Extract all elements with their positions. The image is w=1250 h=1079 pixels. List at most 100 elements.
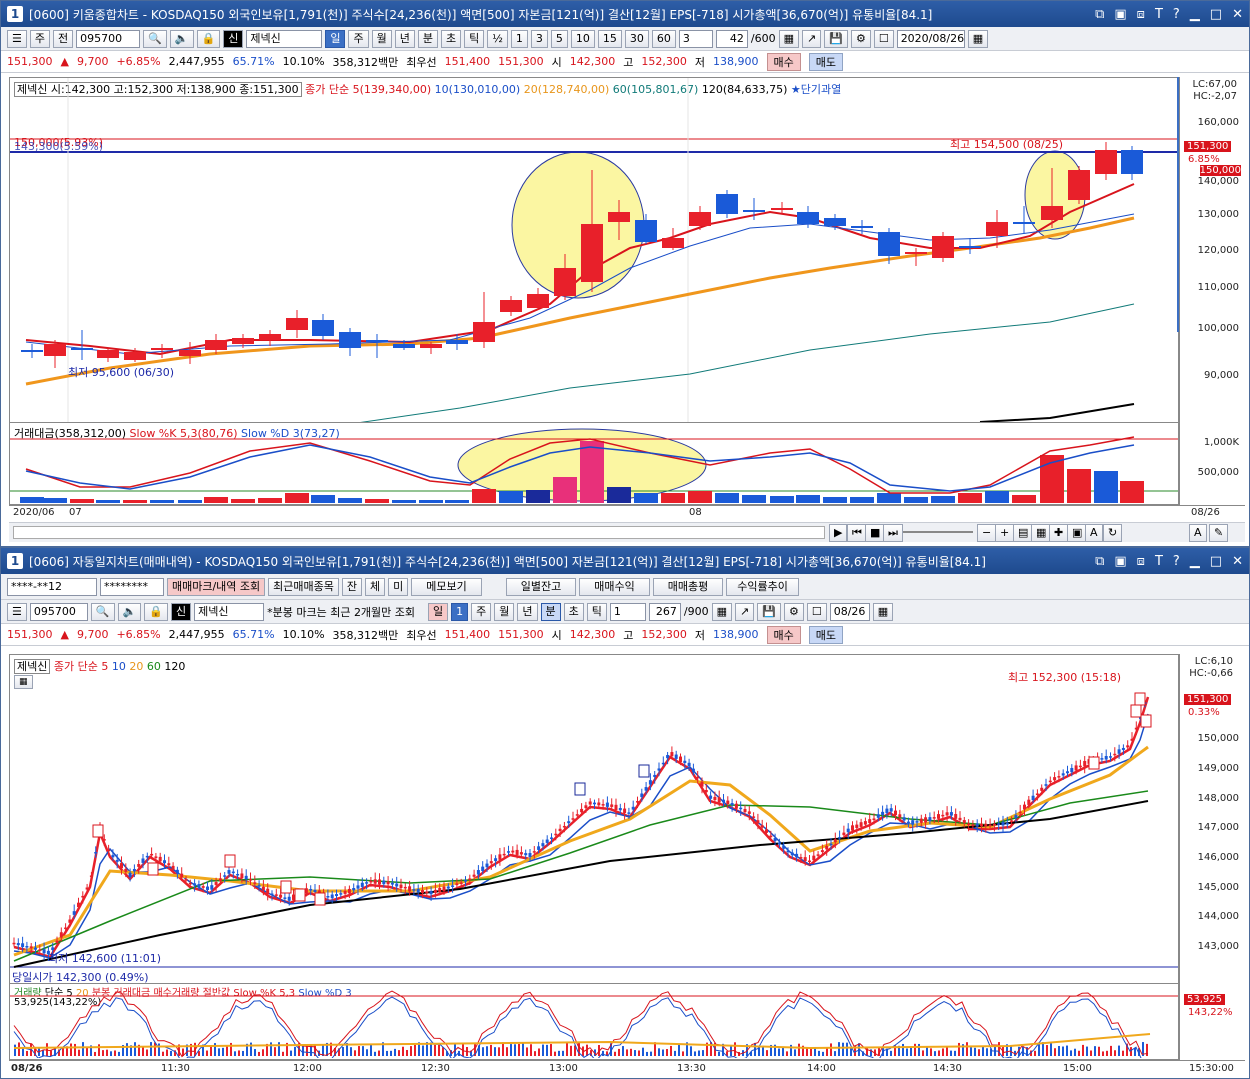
- top-scrollbar[interactable]: ▶ ⏮ ■ ⏭ − + ▤ ▦ ✚ ▣ A ↻ A ✎: [9, 522, 1245, 542]
- period-num[interactable]: 1: [451, 602, 469, 621]
- menu-icon[interactable]: ☰: [7, 29, 27, 48]
- trade-review-button[interactable]: 매매총평: [652, 577, 724, 596]
- period-week[interactable]: 주: [348, 29, 369, 48]
- top-main-chart[interactable]: 제넥신 시:142,300 고:152,300 저:138,900 종:151,…: [9, 77, 1179, 423]
- interval-60[interactable]: 60: [651, 29, 676, 48]
- expand-icon[interactable]: ✎: [1209, 524, 1229, 542]
- period-month[interactable]: 월: [371, 29, 392, 48]
- stock-name-field[interactable]: 제넥신: [246, 29, 323, 48]
- recent-trades-button[interactable]: 최근매매종목: [268, 577, 339, 596]
- tick-interval-input[interactable]: 1: [609, 602, 646, 621]
- draw-icon[interactable]: ↗: [802, 29, 822, 48]
- count-input[interactable]: 267: [648, 602, 681, 621]
- save-icon[interactable]: ▣: [1114, 7, 1126, 22]
- unfilled-button[interactable]: 미: [388, 577, 409, 596]
- interval-half[interactable]: ½: [487, 29, 508, 48]
- gear-icon[interactable]: ⚙: [850, 29, 871, 48]
- text-size-icon[interactable]: A: [1189, 524, 1207, 542]
- save-icon[interactable]: ▣: [1114, 554, 1126, 569]
- text-icon[interactable]: A: [1085, 524, 1103, 542]
- maximize-icon[interactable]: □: [1210, 554, 1222, 569]
- count-input[interactable]: 42: [715, 29, 748, 48]
- minimize-icon[interactable]: ▁: [1190, 554, 1200, 569]
- daily-balance-button[interactable]: 일별잔고: [505, 577, 577, 596]
- link-icon[interactable]: ⧉: [1095, 7, 1104, 22]
- scroll-right-icon[interactable]: ▶: [829, 524, 848, 542]
- date-checkbox[interactable]: ☐: [873, 29, 894, 48]
- link-icon[interactable]: ⧉: [1095, 554, 1104, 569]
- period-year[interactable]: 년: [394, 29, 415, 48]
- search-icon[interactable]: 🔍: [143, 29, 167, 48]
- cursor-icon[interactable]: ✚: [1049, 524, 1069, 542]
- date-input[interactable]: 2020/08/26: [896, 29, 965, 48]
- minimize-icon[interactable]: ▁: [1190, 7, 1200, 22]
- stock-name-field[interactable]: 제넥신: [194, 602, 265, 621]
- memo-button[interactable]: 메모보기: [411, 577, 482, 596]
- zoom-out-icon[interactable]: −: [977, 524, 997, 542]
- stock-code-input[interactable]: 095700: [29, 602, 88, 621]
- scroll-track[interactable]: [13, 526, 825, 539]
- period-week[interactable]: 주: [471, 602, 492, 621]
- interval-3[interactable]: 3: [530, 29, 548, 48]
- interval-10[interactable]: 10: [570, 29, 595, 48]
- prev-button[interactable]: 전: [53, 29, 74, 48]
- period-second[interactable]: 초: [440, 29, 462, 48]
- period-minute[interactable]: 분: [540, 602, 561, 621]
- period-day[interactable]: 일: [428, 602, 449, 621]
- disk-icon[interactable]: 💾: [824, 29, 848, 48]
- bottom-sub-chart[interactable]: 거래량 단순 5 20 분봉 거래대금 매수거래량 절반값 Slow %K 5,…: [9, 984, 1179, 1060]
- period-tick[interactable]: 틱: [586, 602, 607, 621]
- account-select[interactable]: ****-**12: [7, 577, 97, 596]
- maximize-icon[interactable]: □: [1210, 7, 1222, 22]
- menu-icon[interactable]: ☰: [7, 602, 27, 621]
- period-month[interactable]: 월: [494, 602, 515, 621]
- date-input[interactable]: 08/26: [829, 602, 870, 621]
- speaker-icon[interactable]: 🔈: [117, 602, 142, 621]
- refresh-icon[interactable]: ↻: [1103, 524, 1123, 542]
- rewind-icon[interactable]: ⏮: [847, 524, 867, 542]
- sell-button[interactable]: 매도: [808, 52, 844, 71]
- interval-5[interactable]: 5: [550, 29, 568, 48]
- period-second[interactable]: 초: [563, 602, 584, 621]
- period-minute[interactable]: 분: [417, 29, 438, 48]
- interval-30[interactable]: 30: [624, 29, 649, 48]
- interval-15[interactable]: 15: [597, 29, 622, 48]
- close-icon[interactable]: ✕: [1232, 554, 1243, 569]
- top-sub-chart[interactable]: 거래대금(358,312,00) Slow %K 5,3(80,76) Slow…: [9, 423, 1179, 505]
- calendar-icon[interactable]: ▦: [967, 29, 989, 48]
- close-icon[interactable]: ✕: [1232, 7, 1243, 22]
- period-tick[interactable]: 틱: [464, 29, 485, 48]
- zoom-slider[interactable]: [903, 531, 973, 533]
- gear-icon[interactable]: ⚙: [783, 602, 804, 621]
- return-trend-button[interactable]: 수익률추이: [726, 577, 799, 596]
- buy-button[interactable]: 매수: [766, 625, 801, 644]
- balance-button[interactable]: 잔: [341, 577, 363, 596]
- interval-custom[interactable]: 3: [678, 29, 713, 48]
- bottom-main-chart[interactable]: 제넥신 종가 단순 5 10 20 60 120 ▦ 최고 152,300 (1…: [9, 654, 1179, 984]
- help-icon[interactable]: ?: [1173, 554, 1180, 569]
- lock-icon[interactable]: 🔒: [144, 602, 168, 621]
- sell-button[interactable]: 매도: [808, 625, 844, 644]
- forward-icon[interactable]: ⏭: [883, 524, 903, 542]
- pin-icon[interactable]: T: [1155, 554, 1163, 569]
- chart-tools-icon[interactable]: ▦: [711, 602, 733, 621]
- restore-icon[interactable]: ⧈: [1137, 554, 1145, 569]
- search-icon[interactable]: 🔍: [90, 602, 115, 621]
- disk-icon[interactable]: 💾: [757, 602, 781, 621]
- trade-mark-query-button[interactable]: 매매마크/내역 조회: [167, 577, 266, 596]
- draw-icon[interactable]: ↗: [735, 602, 755, 621]
- filled-button[interactable]: 체: [365, 577, 386, 596]
- zoom-in-icon[interactable]: +: [995, 524, 1015, 542]
- password-input[interactable]: ********: [100, 577, 164, 596]
- trade-profit-button[interactable]: 매매수익: [579, 577, 650, 596]
- bottom-title-bar[interactable]: 1 [0606] 자동일지차트(매매내역) - KOSDAQ150 외국인보유[…: [1, 548, 1249, 574]
- date-checkbox[interactable]: ☐: [806, 602, 827, 621]
- buy-button[interactable]: 매수: [766, 52, 801, 71]
- interval-1[interactable]: 1: [510, 29, 528, 48]
- top-title-bar[interactable]: 1 [0600] 키움종합차트 - KOSDAQ150 외국인보유[1,791(…: [1, 1, 1249, 27]
- calendar-icon[interactable]: ▦: [872, 602, 894, 621]
- stock-code-input[interactable]: 095700: [76, 29, 141, 48]
- pin-icon[interactable]: T: [1155, 7, 1163, 22]
- restore-icon[interactable]: ⧈: [1137, 7, 1145, 22]
- period-day[interactable]: 일: [325, 29, 346, 48]
